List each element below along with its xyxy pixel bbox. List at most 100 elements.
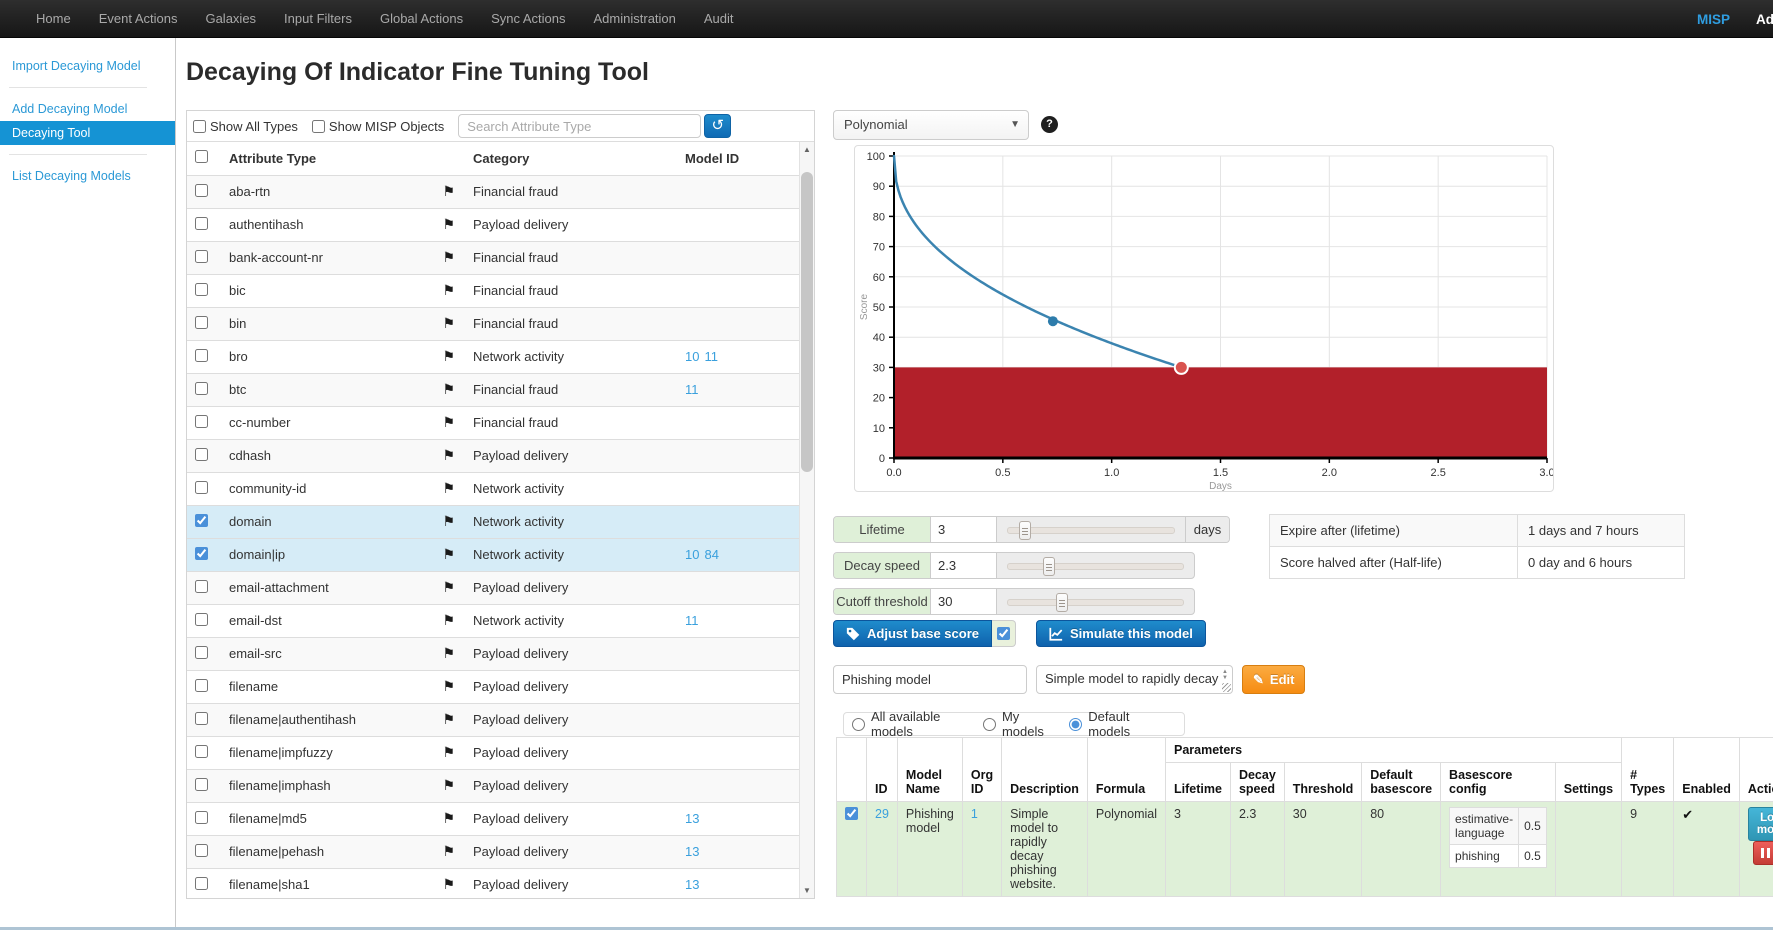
show-all-types-option[interactable]: Show All Types: [193, 119, 298, 134]
sidebar-item-decaying-tool[interactable]: Decaying Tool: [0, 121, 175, 145]
row-checkbox[interactable]: [195, 844, 208, 857]
sidebar-item-add-decaying-model[interactable]: Add Decaying Model: [0, 97, 175, 121]
flag-icon[interactable]: ⚑: [442, 183, 455, 200]
row-checkbox[interactable]: [195, 184, 208, 197]
scroll-up-icon[interactable]: ▲: [800, 142, 814, 157]
flag-icon[interactable]: ⚑: [442, 579, 455, 596]
flag-icon[interactable]: ⚑: [442, 381, 455, 398]
marker-cutoff-point[interactable]: [1175, 361, 1188, 374]
edit-model-button[interactable]: ✎ Edit: [1242, 665, 1305, 694]
attribute-row-btc[interactable]: btc⚑Financial fraud11: [187, 373, 799, 406]
model-id-link[interactable]: 13: [685, 844, 699, 859]
row-checkbox[interactable]: [195, 250, 208, 263]
nav-item-event-actions[interactable]: Event Actions: [85, 11, 192, 26]
resize-grip-icon[interactable]: [1222, 683, 1231, 692]
row-checkbox[interactable]: [195, 745, 208, 758]
filter-option-all-available-models[interactable]: All available models: [852, 709, 967, 739]
filter-radio[interactable]: [1069, 718, 1082, 731]
row-checkbox[interactable]: [195, 712, 208, 725]
attribute-row-filename-imphash[interactable]: filename|imphash⚑Payload delivery: [187, 769, 799, 802]
row-checkbox[interactable]: [195, 580, 208, 593]
attribute-row-aba-rtn[interactable]: aba-rtn⚑Financial fraud: [187, 175, 799, 208]
attribute-row-community-id[interactable]: community-id⚑Network activity: [187, 472, 799, 505]
attribute-row-filename[interactable]: filename⚑Payload delivery: [187, 670, 799, 703]
attribute-row-email-attachment[interactable]: email-attachment⚑Payload delivery: [187, 571, 799, 604]
search-input[interactable]: [458, 114, 701, 138]
flag-icon[interactable]: ⚑: [442, 612, 455, 629]
nav-item-sync-actions[interactable]: Sync Actions: [477, 11, 579, 26]
attribute-row-authentihash[interactable]: authentihash⚑Payload delivery: [187, 208, 799, 241]
attribute-row-cdhash[interactable]: cdhash⚑Payload delivery: [187, 439, 799, 472]
attribute-row-bic[interactable]: bic⚑Financial fraud: [187, 274, 799, 307]
attribute-row-bro[interactable]: bro⚑Network activity1011: [187, 340, 799, 373]
load-model-button[interactable]: Load model: [1748, 807, 1773, 841]
flag-icon[interactable]: ⚑: [442, 282, 455, 299]
model-id-link[interactable]: 10: [685, 547, 699, 562]
filter-radio[interactable]: [852, 718, 865, 731]
model-id-link[interactable]: 10: [685, 349, 699, 364]
pause-model-button[interactable]: [1753, 841, 1773, 865]
slider-value-input[interactable]: 2.3: [931, 553, 997, 578]
attribute-table-scrollbar[interactable]: ▲ ▼: [799, 142, 814, 898]
attribute-row-domain[interactable]: domain⚑Network activity: [187, 505, 799, 538]
row-checkbox[interactable]: [195, 877, 208, 890]
filter-radio[interactable]: [983, 718, 996, 731]
attribute-row-filename-pehash[interactable]: filename|pehash⚑Payload delivery13: [187, 835, 799, 868]
attribute-row-filename-impfuzzy[interactable]: filename|impfuzzy⚑Payload delivery: [187, 736, 799, 769]
row-checkbox[interactable]: [195, 481, 208, 494]
user-menu[interactable]: Adm: [1756, 12, 1773, 27]
model-id-link[interactable]: 84: [704, 547, 718, 562]
select-all-checkbox[interactable]: [195, 150, 208, 163]
model-id-link[interactable]: 13: [685, 811, 699, 826]
flag-icon[interactable]: ⚑: [442, 777, 455, 794]
flag-icon[interactable]: ⚑: [442, 447, 455, 464]
slider-handle[interactable]: [1056, 593, 1068, 612]
nav-item-administration[interactable]: Administration: [580, 11, 690, 26]
attribute-row-cc-number[interactable]: cc-number⚑Financial fraud: [187, 406, 799, 439]
row-checkbox[interactable]: [195, 316, 208, 329]
show-misp-objects-option[interactable]: Show MISP Objects: [312, 119, 444, 134]
slider-value-input[interactable]: 3: [931, 517, 997, 542]
sidebar-item-import-decaying-model[interactable]: Import Decaying Model: [0, 54, 175, 78]
row-checkbox[interactable]: [195, 349, 208, 362]
slider-track[interactable]: [1007, 589, 1184, 614]
slider-value-input[interactable]: 30: [931, 589, 997, 614]
flag-icon[interactable]: ⚑: [442, 744, 455, 761]
model-id-link[interactable]: 11: [704, 349, 718, 364]
model-description-textarea[interactable]: Simple model to rapidly decay ▲▼: [1036, 665, 1233, 694]
sidebar-item-list-decaying-models[interactable]: List Decaying Models: [0, 164, 175, 188]
nav-item-home[interactable]: Home: [22, 11, 85, 26]
attribute-row-filename-authentihash[interactable]: filename|authentihash⚑Payload delivery: [187, 703, 799, 736]
flag-icon[interactable]: ⚑: [442, 876, 455, 893]
attribute-row-filename-md5[interactable]: filename|md5⚑Payload delivery13: [187, 802, 799, 835]
row-checkbox[interactable]: [195, 217, 208, 230]
attribute-row-email-src[interactable]: email-src⚑Payload delivery: [187, 637, 799, 670]
attribute-row-bank-account-nr[interactable]: bank-account-nr⚑Financial fraud: [187, 241, 799, 274]
model-row[interactable]: 29 Phishing model 1 Simple model to rapi…: [837, 802, 1773, 897]
flag-icon[interactable]: ⚑: [442, 810, 455, 827]
filter-option-my-models[interactable]: My models: [983, 709, 1053, 739]
row-checkbox[interactable]: [195, 382, 208, 395]
help-icon[interactable]: ?: [1041, 116, 1058, 133]
flag-icon[interactable]: ⚑: [442, 348, 455, 365]
flag-icon[interactable]: ⚑: [442, 546, 455, 563]
model-id-link[interactable]: 29: [875, 807, 889, 821]
model-id-link[interactable]: 11: [685, 382, 699, 397]
row-checkbox[interactable]: [195, 613, 208, 626]
model-id-link[interactable]: 13: [685, 877, 699, 892]
reset-search-button[interactable]: ↺: [704, 114, 731, 138]
textarea-scroll-arrows[interactable]: ▲▼: [1222, 669, 1228, 681]
flag-icon[interactable]: ⚑: [442, 480, 455, 497]
nav-item-galaxies[interactable]: Galaxies: [191, 11, 270, 26]
row-checkbox[interactable]: [195, 811, 208, 824]
show-all-types-checkbox[interactable]: [193, 120, 206, 133]
row-checkbox[interactable]: [195, 415, 208, 428]
attribute-row-domain-ip[interactable]: domain|ip⚑Network activity1084: [187, 538, 799, 571]
slider-track[interactable]: [1007, 517, 1175, 542]
formula-select[interactable]: Polynomial ▼: [833, 110, 1029, 140]
flag-icon[interactable]: ⚑: [442, 645, 455, 662]
nav-item-input-filters[interactable]: Input Filters: [270, 11, 366, 26]
row-checkbox[interactable]: [195, 448, 208, 461]
org-id-link[interactable]: 1: [971, 807, 978, 821]
filter-option-default-models[interactable]: Default models: [1069, 709, 1160, 739]
